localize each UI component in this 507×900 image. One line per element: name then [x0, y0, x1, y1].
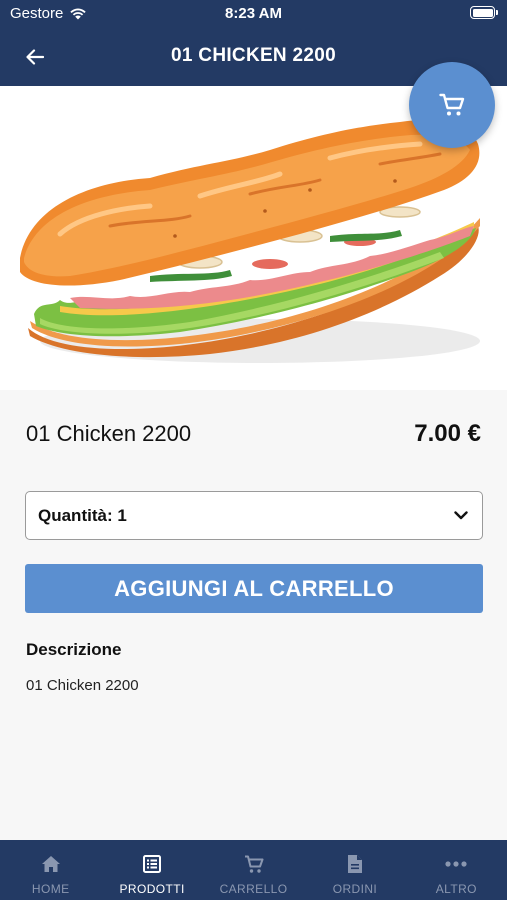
list-icon [143, 855, 162, 873]
battery-icon [470, 6, 498, 19]
tab-ordini[interactable]: ORDINI [304, 840, 405, 900]
document-icon [347, 855, 362, 873]
add-to-cart-button[interactable]: AGGIUNGI AL CARRELLO [25, 564, 483, 613]
tab-carrello[interactable]: CARRELLO [203, 840, 304, 900]
description-text: 01 Chicken 2200 [26, 677, 139, 694]
quantity-select[interactable]: Quantità: 1 [25, 491, 483, 540]
product-price: 7.00 € [414, 420, 481, 447]
status-bar: Gestore 8:23 AM [0, 0, 507, 28]
more-icon [445, 861, 467, 867]
description-heading: Descrizione [26, 640, 122, 659]
tab-altro[interactable]: ALTRO [406, 840, 507, 900]
tab-home[interactable]: HOME [0, 840, 101, 900]
home-icon [41, 856, 60, 872]
tab-bar: HOME PRODOTTI CARRELLO ORDINI ALTRO [0, 840, 507, 900]
quantity-label: Quantità: 1 [38, 505, 127, 525]
cart-icon [244, 855, 264, 873]
tab-label: ORDINI [332, 882, 378, 896]
cart-floating-button[interactable] [409, 62, 495, 148]
product-name: 01 Chicken 2200 [26, 421, 192, 446]
tab-label: HOME [31, 882, 70, 896]
tab-prodotti[interactable]: PRODOTTI [101, 840, 202, 900]
tab-label: CARRELLO [219, 882, 288, 896]
page-title: 01 CHICKEN 2200 [170, 45, 337, 66]
shopping-cart-icon [439, 93, 465, 116]
tab-label: ALTRO [435, 882, 477, 896]
tab-label: PRODOTTI [119, 882, 185, 896]
chevron-down-icon [454, 511, 468, 520]
clock: 8:23 AM [225, 5, 282, 22]
